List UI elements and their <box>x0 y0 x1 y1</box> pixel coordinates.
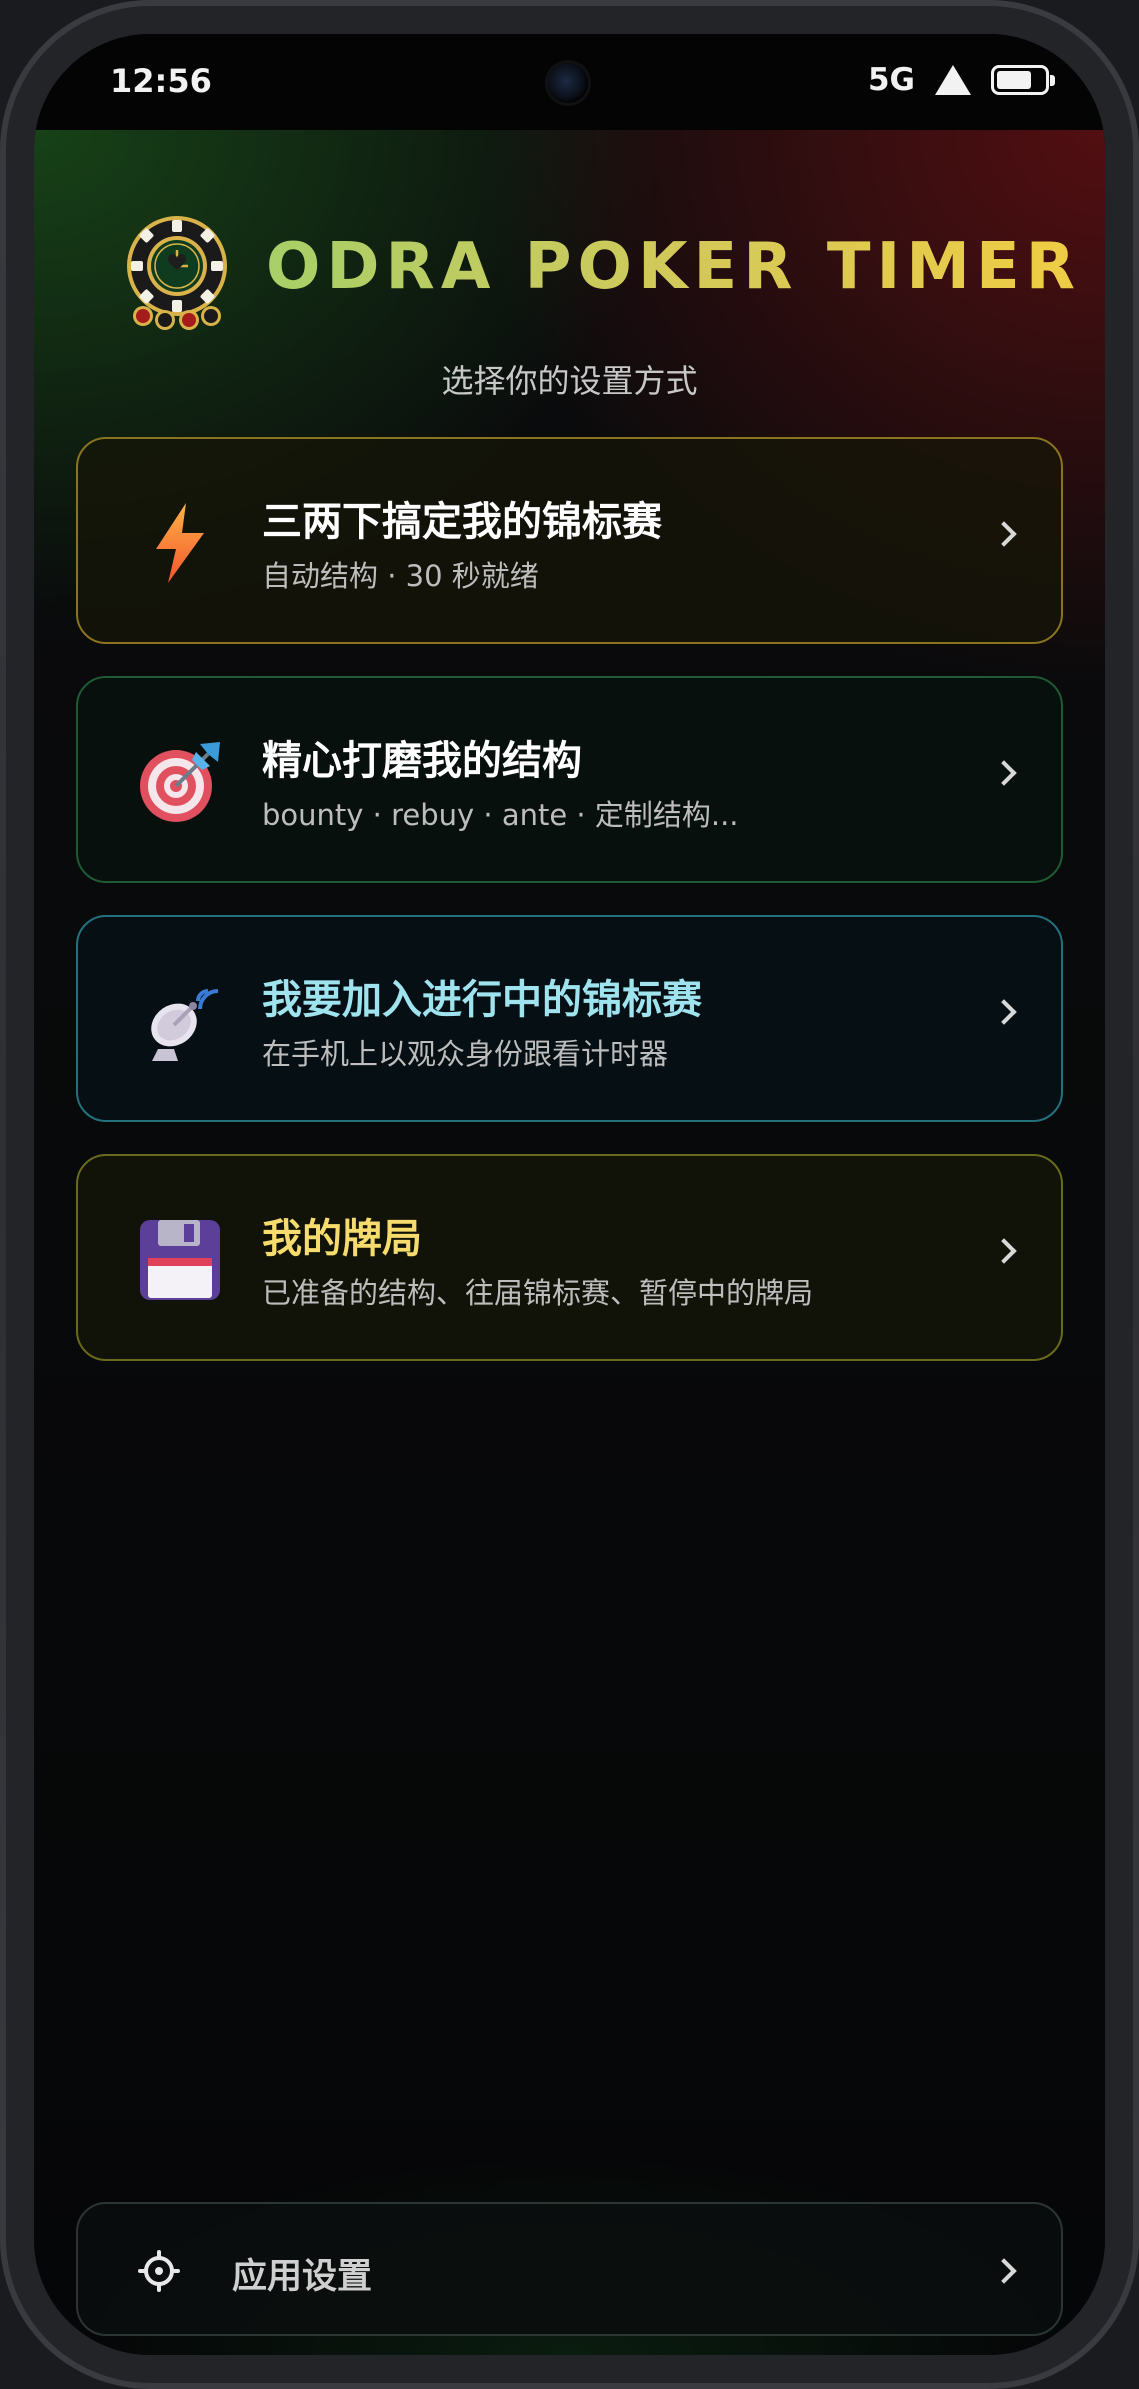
my-games-card[interactable]: 我的牌局 已准备的结构、往届锦标赛、暂停中的牌局 <box>76 1154 1063 1361</box>
my-games-title: 我的牌局 <box>262 1216 422 1262</box>
network-label: 5G <box>867 62 915 98</box>
app-settings-label: 应用设置 <box>232 2257 373 2297</box>
signal-icon <box>935 65 971 95</box>
chevron-right-icon <box>991 760 1017 786</box>
custom-structure-title: 精心打磨我的结构 <box>262 738 582 784</box>
join-tournament-title: 我要加入进行中的锦标赛 <box>262 977 702 1023</box>
my-games-subtitle: 已准备的结构、往届锦标赛、暂停中的牌局 <box>262 1276 814 1310</box>
custom-structure-card[interactable]: 精心打磨我的结构 bounty · rebuy · ante · 定制结构... <box>76 676 1063 883</box>
front-camera <box>545 60 591 106</box>
custom-structure-subtitle: bounty · rebuy · ante · 定制结构... <box>262 798 739 832</box>
status-bar: 12:56 5G <box>34 34 1105 130</box>
chevron-right-icon <box>991 999 1017 1025</box>
quick-setup-title: 三两下搞定我的锦标赛 <box>262 499 662 545</box>
dart-target-icon <box>140 742 220 822</box>
status-time: 12:56 <box>110 62 212 100</box>
battery-icon <box>991 65 1055 95</box>
quick-setup-subtitle: 自动结构 · 30 秒就绪 <box>262 559 539 593</box>
app-header: ODRA POKER TIMER <box>34 212 1105 332</box>
floppy-disk-icon <box>140 1220 220 1300</box>
join-tournament-card[interactable]: 我要加入进行中的锦标赛 在手机上以观众身份跟看计时器 <box>76 915 1063 1122</box>
poker-chip-logo-icon <box>127 216 227 330</box>
chevron-right-icon <box>991 2258 1017 2284</box>
satellite-dish-icon <box>151 989 219 1061</box>
lightning-icon <box>156 503 204 583</box>
join-tournament-subtitle: 在手机上以观众身份跟看计时器 <box>262 1037 669 1071</box>
status-indicators: 5G <box>867 62 1055 98</box>
app-settings-button[interactable]: 应用设置 <box>76 2202 1063 2336</box>
page-subtitle: 选择你的设置方式 <box>441 362 698 400</box>
phone-frame: 12:56 5G ODRA POKER TIMER 选择你的设置方式 三两下搞定… <box>0 0 1139 2389</box>
quick-setup-card[interactable]: 三两下搞定我的锦标赛 自动结构 · 30 秒就绪 <box>76 437 1063 644</box>
screen: 12:56 5G ODRA POKER TIMER 选择你的设置方式 三两下搞定… <box>34 34 1105 2355</box>
gear-icon <box>138 2250 180 2292</box>
chevron-right-icon <box>991 1238 1017 1264</box>
app-title: ODRA POKER TIMER <box>266 230 1081 304</box>
chevron-right-icon <box>991 521 1017 547</box>
app-content: ODRA POKER TIMER 选择你的设置方式 三两下搞定我的锦标赛 自动结… <box>34 130 1105 2355</box>
